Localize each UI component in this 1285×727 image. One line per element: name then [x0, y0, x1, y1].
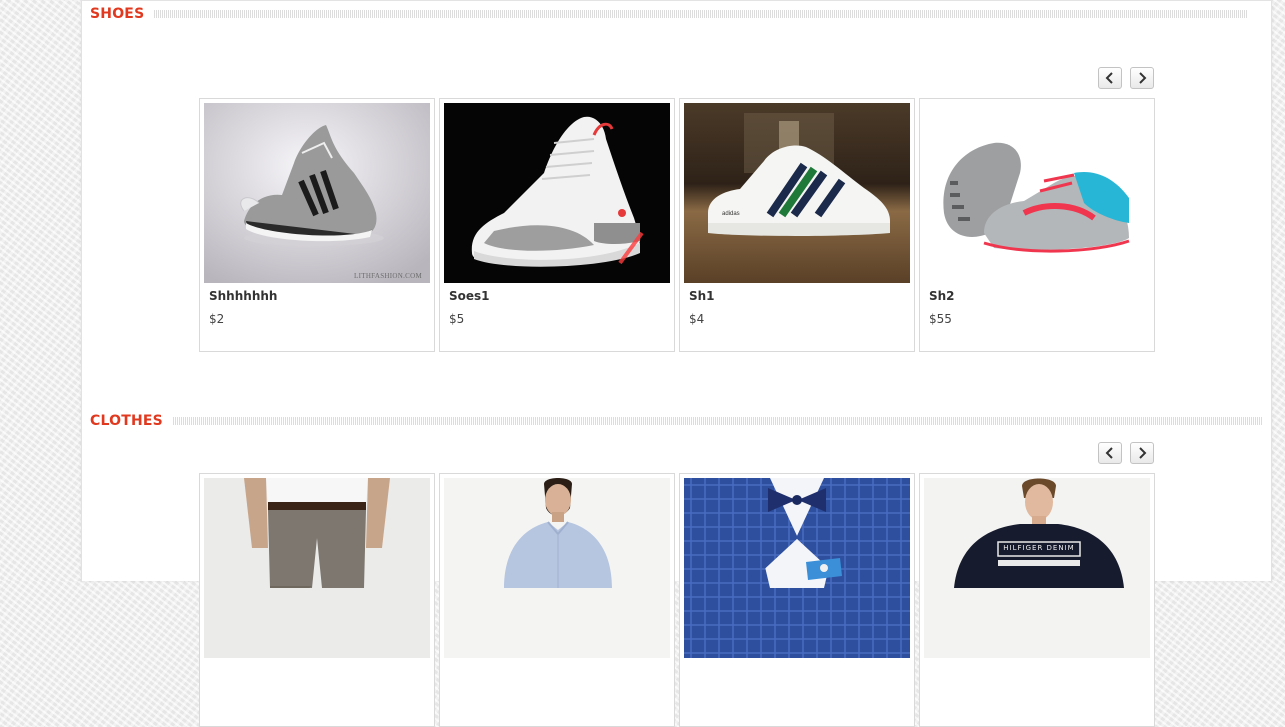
product-card[interactable]: HILFIGER DENIM	[919, 473, 1155, 727]
product-image[interactable]: adidas	[684, 103, 910, 283]
product-image[interactable]	[444, 103, 670, 283]
product-image[interactable]	[444, 478, 670, 658]
product-price: $2	[209, 312, 225, 326]
product-card[interactable]: Sh2 $55	[919, 98, 1155, 352]
shoes-prev-button[interactable]	[1098, 67, 1122, 89]
clothes-prev-button[interactable]	[1098, 442, 1122, 464]
section-title-shoes: SHOES	[90, 6, 145, 22]
section-divider	[172, 417, 1263, 425]
section-divider	[154, 10, 1249, 18]
chevron-left-icon	[1105, 72, 1113, 84]
clothes-next-button[interactable]	[1130, 442, 1154, 464]
product-name[interactable]: Sh1	[689, 289, 715, 303]
product-image[interactable]	[684, 478, 910, 658]
shirt-print-text: HILFIGER DENIM	[1003, 544, 1075, 552]
chevron-right-icon	[1139, 447, 1147, 459]
section-header-clothes: CLOTHES	[90, 413, 1263, 429]
shoes-next-button[interactable]	[1130, 67, 1154, 89]
product-name[interactable]: Shhhhhhh	[209, 289, 277, 303]
product-card[interactable]: adidas Sh1 $4	[679, 98, 915, 352]
product-image[interactable]	[924, 103, 1150, 283]
image-watermark: LITHFASHION.COM	[354, 272, 422, 280]
section-header-shoes: SHOES	[90, 6, 1249, 22]
product-name[interactable]: Soes1	[449, 289, 490, 303]
product-image[interactable]: HILFIGER DENIM	[924, 478, 1150, 658]
product-price: $4	[689, 312, 705, 326]
product-card[interactable]	[679, 473, 915, 727]
product-image[interactable]	[204, 478, 430, 658]
main-content: SHOES LITHFASHION.COM Shhhhhhh $2 Soes1 …	[81, 0, 1272, 727]
content-top-border	[82, 0, 1271, 1]
product-price: $5	[449, 312, 465, 326]
product-image[interactable]: LITHFASHION.COM	[204, 103, 430, 283]
section-title-clothes: CLOTHES	[90, 413, 163, 429]
chevron-left-icon	[1105, 447, 1113, 459]
product-card[interactable]: LITHFASHION.COM Shhhhhhh $2	[199, 98, 435, 352]
product-card[interactable]: Soes1 $5	[439, 98, 675, 352]
chevron-right-icon	[1139, 72, 1147, 84]
product-price: $55	[929, 312, 952, 326]
svg-text:adidas: adidas	[722, 211, 740, 217]
product-card[interactable]	[439, 473, 675, 727]
product-card[interactable]	[199, 473, 435, 727]
product-name[interactable]: Sh2	[929, 289, 955, 303]
